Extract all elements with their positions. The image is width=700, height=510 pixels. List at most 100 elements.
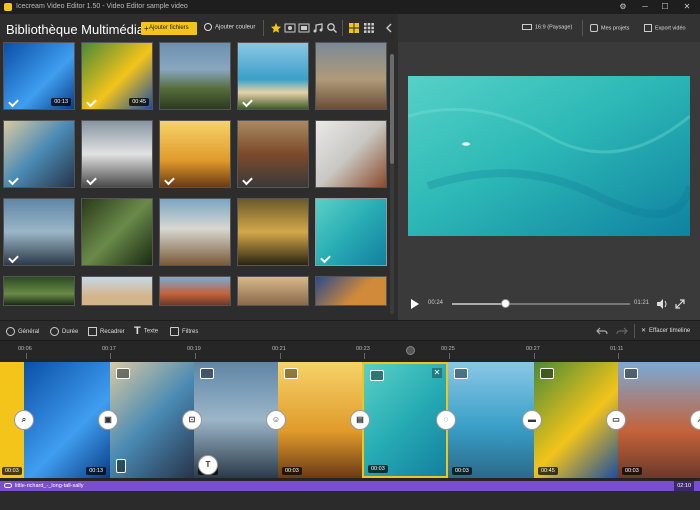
panel-transition-icon[interactable]: ▭ [606,410,626,430]
playhead-handle[interactable] [406,346,415,355]
media-thumbnail[interactable] [315,42,387,110]
duration-button[interactable]: Durée [50,327,78,336]
volume-icon[interactable] [656,298,668,310]
media-thumbnail[interactable] [315,276,387,306]
aspect-ratio-button[interactable]: 16:9 (Paysage) [522,24,572,30]
add-files-button[interactable]: + Ajouter fichiers [141,22,197,35]
media-thumbnail[interactable] [237,42,309,110]
add-color-button[interactable]: Ajouter couleur [204,23,255,31]
window-title: Icecream Video Editor 1.50 - Video Edito… [16,3,188,10]
ruler-tick-label: 00:17 [102,346,116,352]
media-thumbnail[interactable] [237,276,309,306]
clip-type-icon [454,368,468,379]
video-preview[interactable] [408,76,690,236]
clip-duration: 00:03 [452,467,472,475]
audio-name: little-richard_-_long-tall-sally [15,483,84,489]
ruler-tick-label: 00:06 [18,346,32,352]
media-thumbnail[interactable] [159,120,231,188]
current-time: 00:24 [428,300,444,306]
media-thumbnail[interactable]: 00:13 [3,42,75,110]
image-transition-icon[interactable]: ▤ [350,410,370,430]
selected-check-icon [86,174,97,186]
ruler-tick-label: 01:11 [610,346,624,352]
media-thumbnail[interactable] [81,198,153,266]
divider [582,20,583,36]
redo-icon[interactable] [616,325,628,337]
crop-transition-icon[interactable]: ⊡ [182,410,202,430]
crop-label: Recadrer [100,329,125,336]
ruler-tick-label: 00:23 [356,346,370,352]
audio-duration: 02:10 [674,481,694,491]
maximize-button[interactable]: ☐ [660,2,670,12]
panel-transition-icon[interactable]: ▬ [522,410,542,430]
media-thumbnail[interactable] [237,198,309,266]
player-controls: 00:24 01:21 [398,294,700,314]
add-files-label: Ajouter fichiers [149,25,189,31]
comment-transition-icon[interactable]: ◌ [436,410,456,430]
clip-type-icon [284,368,298,379]
people-transition-icon[interactable]: ☺ [266,410,286,430]
close-button[interactable]: ✕ [682,2,692,12]
media-thumbnail[interactable] [3,120,75,188]
remove-clip-icon[interactable]: ✕ [432,368,442,378]
selected-check-icon [8,252,19,264]
text-overlay-icon[interactable]: T [198,455,218,475]
grid-small-view-icon[interactable] [363,22,375,34]
search-icon[interactable] [326,22,338,34]
aspect-ratio-label: 16:9 (Paysage) [535,24,573,31]
text-button[interactable]: T Texte [134,325,158,337]
seek-knob[interactable] [501,299,511,308]
timeline-ruler[interactable]: 00:06 00:17 00:19 00:21 00:23 00:25 00:27 01:11 [0,341,700,359]
filters-button[interactable]: Filtres [170,327,198,336]
media-thumbnail[interactable] [3,276,75,306]
general-label: Général [18,329,40,336]
color-icon [204,23,212,31]
media-thumbnail[interactable] [315,198,387,266]
settings-gear-icon[interactable]: ⚙ [618,2,628,12]
zoom-transition-icon[interactable]: ⌕ [14,410,34,430]
aspect-ratio-icon [522,24,532,30]
selected-check-icon [164,174,175,186]
media-thumbnail[interactable] [3,198,75,266]
selected-check-icon [8,96,19,108]
crop-button[interactable]: Recadrer [88,327,125,336]
layers-transition-icon[interactable]: ▣ [98,410,118,430]
phone-icon[interactable] [116,459,126,473]
filter-videos-icon[interactable] [298,22,310,34]
ruler-tick-label: 00:19 [187,346,201,352]
thumbnail-duration: 00:13 [51,98,71,106]
clip-type-icon [370,370,384,381]
ruler-tick-label: 00:21 [272,346,286,352]
filter-images-icon[interactable] [284,22,296,34]
media-thumbnail[interactable] [159,198,231,266]
general-button[interactable]: Général [6,327,39,336]
add-color-label: Ajouter couleur [215,24,256,31]
media-thumbnail[interactable] [81,120,153,188]
media-thumbnail[interactable] [81,276,153,306]
scrollbar-thumb[interactable] [390,54,394,164]
fullscreen-icon[interactable] [674,298,686,310]
undo-icon[interactable] [596,325,608,337]
total-time: 01:21 [634,300,650,306]
filter-audio-icon[interactable] [312,22,324,34]
duration-label: Durée [62,329,79,336]
clear-timeline-button[interactable]: ✕ Effacer timeline [641,327,690,334]
media-thumbnail[interactable] [315,120,387,188]
media-thumbnail[interactable] [159,42,231,110]
grid-large-view-icon[interactable] [348,22,360,34]
export-video-button[interactable]: Export vidéo [644,24,686,32]
clip-type-icon [116,368,130,379]
timeline-clip[interactable]: 00:03 [618,362,700,478]
clip-type-icon [540,368,554,379]
audio-track[interactable]: little-richard_-_long-tall-sally 02:10 [0,481,700,491]
collapse-panel-chevron-icon[interactable] [383,22,395,34]
media-thumbnail[interactable] [159,276,231,306]
media-thumbnail[interactable] [237,120,309,188]
media-thumbnail[interactable]: 00:45 [81,42,153,110]
minimize-button[interactable]: ─ [640,2,650,12]
filter-favorites-star-icon[interactable] [270,22,282,34]
seek-bar[interactable] [452,303,630,305]
play-icon[interactable] [410,298,420,310]
library-scrollbar[interactable] [390,54,394,314]
my-projects-button[interactable]: Mes projets [590,24,629,32]
